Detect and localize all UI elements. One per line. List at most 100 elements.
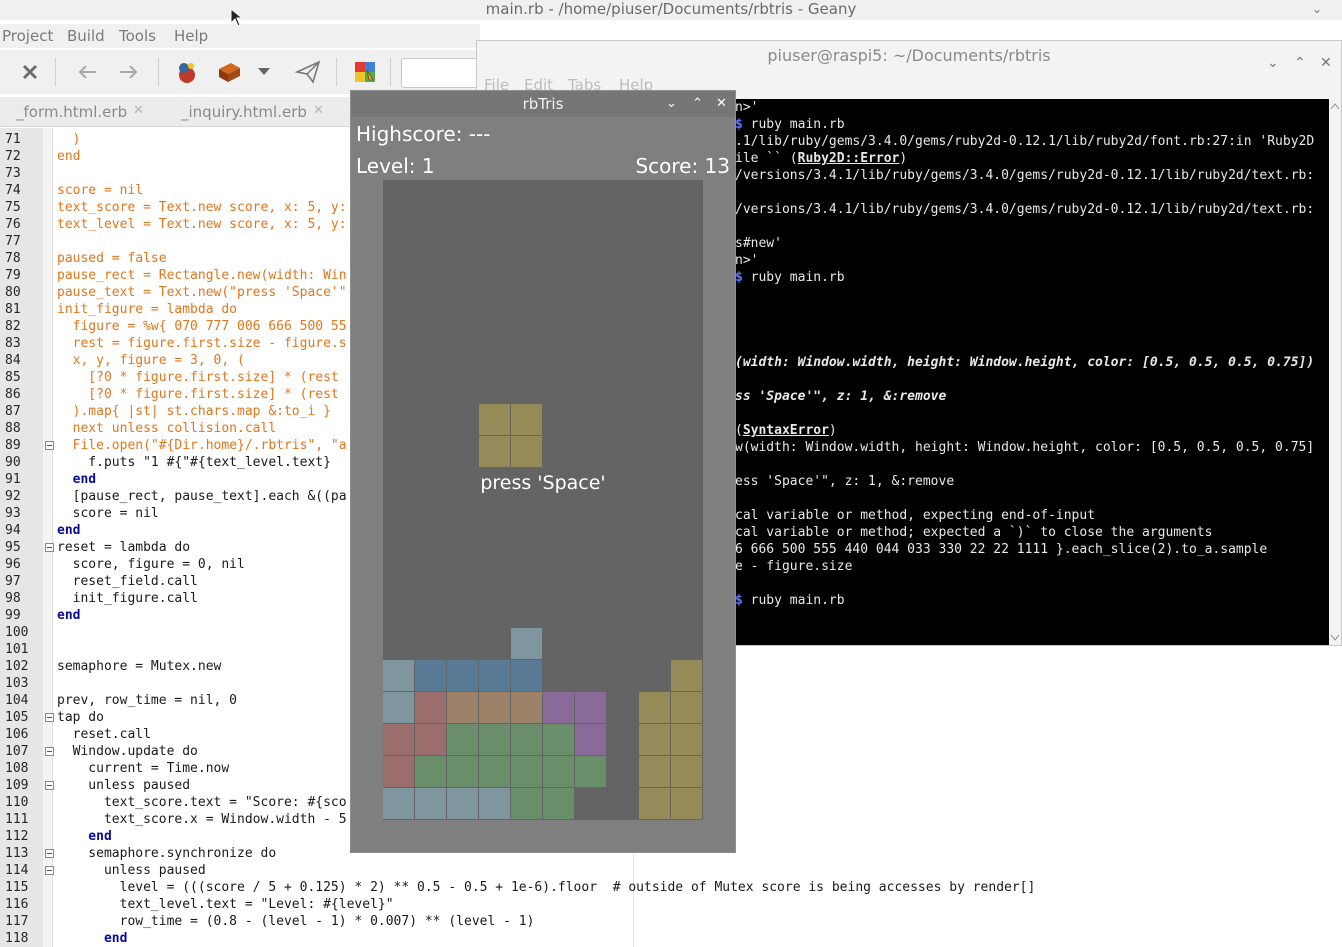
highscore-text: Highscore: ---: [356, 122, 491, 146]
close-file-button[interactable]: [15, 58, 45, 86]
line-number: 71: [5, 132, 21, 147]
line-number: 105: [5, 710, 29, 725]
terminal-line: n>': [735, 253, 759, 268]
line-number: 94: [5, 523, 21, 538]
game-field: press 'Space': [383, 180, 703, 820]
fold-toggle-icon[interactable]: [45, 849, 54, 858]
terminal-line: cal variable or method, expecting end-of…: [735, 508, 1096, 523]
game-canvas[interactable]: Highscore: --- Level: 1 Score: 13 press …: [351, 117, 735, 852]
board-cell: [415, 692, 446, 723]
board-cell: [543, 756, 574, 787]
board-cell: [543, 788, 574, 819]
fold-toggle-icon[interactable]: [45, 441, 54, 450]
geany-titlebar: main.rb - /home/piuser/Documents/rbtris …: [0, 0, 1342, 20]
scroll-up-icon[interactable]: [1329, 101, 1341, 111]
board-cell: [511, 628, 542, 659]
build-dropdown-button[interactable]: [254, 58, 274, 86]
code-line: text_score = Text.new score, x: 5, y:: [57, 200, 347, 215]
tab-inquiry-html-erb[interactable]: _inquiry.html.erb: [181, 103, 307, 121]
line-number: 89: [5, 438, 21, 453]
terminal-window-title: piuser@raspi5: ~/Documents/rbtris: [767, 46, 1051, 65]
chevron-down-icon[interactable]: ⌄: [1312, 0, 1322, 18]
terminal-line: /versions/3.4.1/lib/ruby/gems/3.4.0/gems…: [735, 168, 1315, 183]
line-number: 93: [5, 506, 21, 521]
line-number: 87: [5, 404, 21, 419]
line-number: 81: [5, 302, 21, 317]
code-line: reset = lambda do: [57, 540, 191, 555]
brick-icon: [219, 63, 240, 82]
terminal-line: ss 'Space'", z: 1, &:remove: [735, 389, 947, 404]
board-cell: [415, 660, 446, 691]
color-chooser-button[interactable]: [350, 58, 380, 86]
code-line: [pause_rect, pause_text].each &((pa: [57, 489, 347, 504]
menu-help[interactable]: Help: [174, 27, 208, 45]
line-number: 106: [5, 727, 29, 742]
code-line: end: [57, 149, 81, 164]
line-number: 99: [5, 608, 21, 623]
code-line: row_time = (0.8 - (level - 1) * 0.007) *…: [57, 914, 535, 929]
terminal-scrollbar[interactable]: [1329, 99, 1341, 645]
execute-button[interactable]: [293, 58, 323, 86]
board-cell: [447, 788, 478, 819]
terminal-line: (SyntaxError): [735, 423, 837, 438]
board-cell: [543, 724, 574, 755]
code-line: prev, row_time = nil, 0: [57, 693, 238, 708]
fold-margin[interactable]: [43, 128, 53, 947]
board-cell: [511, 692, 542, 723]
terminal-line: e - figure.size: [735, 559, 853, 574]
code-line: text_level.text = "Level: #{level}": [57, 897, 394, 912]
minimize-icon[interactable]: ⌄: [666, 91, 677, 117]
code-line: rest = figure.first.size - figure.s: [57, 336, 347, 351]
code-line: reset_field.call: [57, 574, 198, 589]
board-cell: [447, 756, 478, 787]
fold-toggle-icon[interactable]: [45, 713, 54, 722]
line-number: 115: [5, 880, 29, 895]
menu-project[interactable]: Project: [2, 27, 53, 45]
build-button[interactable]: [214, 58, 244, 86]
board-cell: [671, 660, 702, 691]
code-line: score = nil: [57, 183, 144, 198]
back-button[interactable]: [72, 58, 102, 86]
error-class: Ruby2D::Error: [797, 151, 900, 166]
code-line: score = nil: [57, 506, 159, 521]
forward-button[interactable]: [114, 58, 144, 86]
tab-form-html-erb[interactable]: _form.html.erb: [16, 103, 127, 121]
maximize-icon[interactable]: ⌃: [692, 91, 703, 117]
terminal-line: cal variable or method; expected a `)` t…: [735, 525, 1213, 540]
arrow-left-icon: [78, 65, 96, 79]
code-line: next unless collision.call: [57, 421, 277, 436]
fold-toggle-icon[interactable]: [45, 866, 54, 875]
code-line: Window.update do: [57, 744, 198, 759]
search-input[interactable]: [401, 58, 481, 88]
menu-tools[interactable]: Tools: [119, 27, 156, 45]
error-class: SyntaxError: [742, 423, 829, 438]
terminal-line: $ ruby main.rb: [735, 593, 845, 608]
line-number: 107: [5, 744, 29, 759]
fold-toggle-icon[interactable]: [45, 781, 54, 790]
fold-toggle-icon[interactable]: [45, 543, 54, 552]
board-cell: [383, 788, 414, 819]
line-number: 109: [5, 778, 29, 793]
compile-button[interactable]: [172, 58, 202, 86]
close-tab-icon[interactable]: ✕: [133, 103, 144, 118]
terminal-line: s#new': [735, 236, 782, 251]
close-tab-icon[interactable]: ✕: [313, 103, 324, 118]
board-cell: [383, 692, 414, 723]
board-cell: [479, 788, 510, 819]
menu-build[interactable]: Build: [67, 27, 105, 45]
close-icon[interactable]: ✕: [716, 91, 727, 117]
code-line: unless paused: [57, 863, 206, 878]
scroll-down-icon[interactable]: [1329, 633, 1341, 643]
board-cell: [447, 660, 478, 691]
board-cell: [575, 724, 606, 755]
line-number: 114: [5, 863, 29, 878]
prompt-symbol: $: [735, 593, 743, 608]
geany-window-title: main.rb - /home/piuser/Documents/rbtris …: [485, 0, 857, 18]
code-line: text_score.x = Window.width - 5: [57, 812, 347, 827]
line-number: 103: [5, 676, 29, 691]
code-line: pause_text = Text.new("press 'Space'": [57, 285, 347, 300]
fold-toggle-icon[interactable]: [45, 747, 54, 756]
code-line: [?0 * figure.first.size] * (rest: [57, 370, 339, 385]
code-line: end: [57, 523, 81, 538]
terminal-line: /versions/3.4.1/lib/ruby/gems/3.4.0/gems…: [735, 202, 1315, 217]
